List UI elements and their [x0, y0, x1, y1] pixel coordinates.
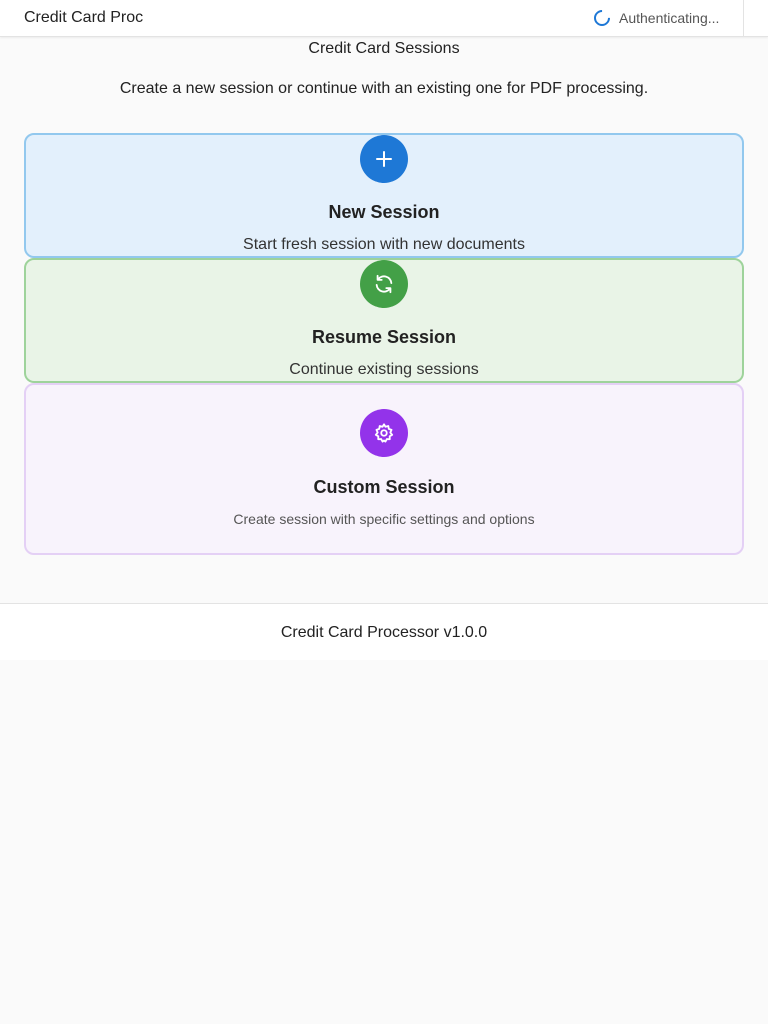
page-intro: Create a new session or continue with an…	[119, 80, 649, 97]
auth-status-text: Authenticating...	[619, 10, 720, 26]
card-title: Custom Session	[313, 477, 455, 497]
card-description: Create session with specific settings an…	[233, 511, 535, 527]
app-title: Credit Card Proc	[24, 9, 144, 26]
page-heading: Credit Card Sessions	[308, 40, 460, 57]
auth-status: Authenticating...	[590, 0, 744, 36]
plus-icon	[360, 135, 408, 183]
app-footer: Credit Card Processor v1.0.0	[0, 603, 768, 660]
version-text: Credit Card Processor v1.0.0	[280, 624, 488, 641]
loading-spinner-icon	[590, 6, 614, 30]
custom-session-card[interactable]: Custom Session Create session with speci…	[24, 383, 744, 555]
card-title: New Session	[328, 202, 440, 222]
gear-icon	[360, 409, 408, 457]
refresh-icon	[360, 260, 408, 308]
new-session-card[interactable]: New Session Start fresh session with new…	[24, 133, 744, 258]
card-description: Start fresh session with new documents	[243, 236, 525, 253]
card-description: Continue existing sessions	[289, 361, 479, 378]
resume-session-card[interactable]: Resume Session Continue existing session…	[24, 258, 744, 383]
app-header: Credit Card Proc Authenticating...	[0, 0, 768, 37]
card-title: Resume Session	[311, 327, 457, 347]
